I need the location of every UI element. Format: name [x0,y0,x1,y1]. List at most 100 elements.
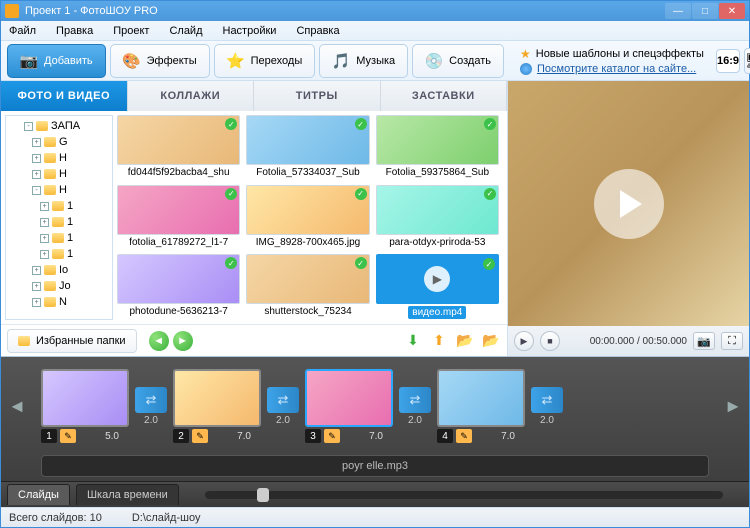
folder-tree[interactable]: -ЗАПА+G+H+H-H+1+1+1+1+Io+Jo+N [5,115,113,320]
slide-duration: 7.0 [369,431,393,442]
tree-toggle-icon[interactable]: + [32,282,41,291]
tree-toggle-icon[interactable]: + [40,218,49,227]
timeline-scroll-right[interactable]: ► [723,386,743,426]
tree-toggle-icon[interactable]: + [32,170,41,179]
timeline-slide[interactable]: 2✎7.0 [173,369,261,443]
slide-number: 2 [173,429,189,443]
check-icon: ✓ [225,188,237,200]
tab-collages[interactable]: КОЛЛАЖИ [128,81,255,111]
thumbnail-image: ✓▶ [376,254,499,304]
music-icon: 🎵 [332,52,350,70]
nav-fwd-button[interactable]: ► [173,331,193,351]
transition[interactable]: ⇄2.0 [531,387,563,426]
transitions-button[interactable]: ⭐Переходы [214,44,316,78]
tree-item[interactable]: - ЗАПА [8,118,110,134]
tree-item[interactable]: +N [8,294,110,310]
music-button[interactable]: 🎵Музыка [319,44,408,78]
transition-icon[interactable]: ⇄ [267,387,299,413]
transition-icon[interactable]: ⇄ [531,387,563,413]
check-icon: ✓ [355,118,367,130]
tree-item[interactable]: +Jo [8,278,110,294]
transition[interactable]: ⇄2.0 [135,387,167,426]
zoom-slider[interactable] [205,491,723,499]
catalog-link[interactable]: Посмотрите каталог на сайте... [537,63,696,75]
slide-edit-button[interactable]: ✎ [456,429,472,443]
effects-button[interactable]: 🎨Эффекты [110,44,210,78]
tree-item[interactable]: +H [8,150,110,166]
timeline-slide[interactable]: 1✎5.0 [41,369,129,443]
tree-item[interactable]: +H [8,166,110,182]
thumbnail[interactable]: ✓▶видео.mp4 [376,254,499,320]
thumbnail[interactable]: ✓photodune-5636213-7 [117,254,240,320]
menu-project[interactable]: Проект [109,23,153,39]
tree-item[interactable]: +1 [8,230,110,246]
transition[interactable]: ⇄2.0 [399,387,431,426]
tree-toggle-icon[interactable]: + [40,250,49,259]
tree-toggle-icon[interactable]: - [32,186,41,195]
tree-item-label: 1 [67,200,73,212]
thumbnail[interactable]: ✓IMG_8928-700x465.jpg [246,185,369,249]
slide-edit-button[interactable]: ✎ [192,429,208,443]
menu-edit[interactable]: Правка [52,23,97,39]
menu-file[interactable]: Файл [5,23,40,39]
aspect-ratio-button[interactable]: 16:9 [716,49,740,73]
timeline-slide[interactable]: 3✎7.0 [305,369,393,443]
open-folder2-button[interactable]: 📂 [481,331,501,351]
tab-intros[interactable]: ЗАСТАВКИ [381,81,508,111]
thumbnail[interactable]: ✓shutterstock_75234 [246,254,369,320]
thumbnail[interactable]: ✓fotolia_61789272_l1-7 [117,185,240,249]
upload-button[interactable]: ⬆ [429,331,449,351]
audio-track[interactable]: poyr elle.mp3 [41,455,709,477]
thumbnail[interactable]: ✓fd044f5f92bacba4_shu [117,115,240,179]
thumbnail[interactable]: ✓Fotolia_57334037_Sub [246,115,369,179]
tree-item[interactable]: +1 [8,198,110,214]
tree-toggle-icon[interactable]: + [32,138,41,147]
play-button[interactable]: ▶ [514,331,534,351]
snapshot-button[interactable]: 📷 [693,332,715,350]
timeline-slide[interactable]: 4✎7.0 [437,369,525,443]
add-button[interactable]: 📷Добавить [7,44,106,78]
slide-duration: 7.0 [501,431,525,442]
menu-settings[interactable]: Настройки [219,23,281,39]
tree-item[interactable]: -H [8,182,110,198]
transition-icon[interactable]: ⇄ [399,387,431,413]
transition-icon[interactable]: ⇄ [135,387,167,413]
thumbnail[interactable]: ✓Fotolia_59375864_Sub [376,115,499,179]
open-folder1-button[interactable]: 📂 [455,331,475,351]
slide-edit-button[interactable]: ✎ [324,429,340,443]
tree-item[interactable]: +Io [8,262,110,278]
tab-slides-mode[interactable]: Слайды [7,484,70,505]
tree-item[interactable]: +G [8,134,110,150]
tree-toggle-icon[interactable]: + [32,298,41,307]
transition[interactable]: ⇄2.0 [267,387,299,426]
tree-toggle-icon[interactable]: + [32,266,41,275]
monitor-button[interactable]: 🖥 [744,48,750,74]
tree-toggle-icon[interactable]: + [32,154,41,163]
tab-titles[interactable]: ТИТРЫ [254,81,381,111]
zoom-thumb[interactable] [257,488,269,502]
maximize-button[interactable]: □ [692,3,718,19]
tree-item-label: ЗАПА [51,120,80,132]
thumbnail[interactable]: ✓para-otdyx-priroda-53 [376,185,499,249]
tree-toggle-icon[interactable]: + [40,234,49,243]
timeline-scroll-left[interactable]: ◄ [7,386,27,426]
nav-back-button[interactable]: ◄ [149,331,169,351]
stop-button[interactable]: ■ [540,331,560,351]
tree-item[interactable]: +1 [8,214,110,230]
folder-icon [52,217,64,227]
close-button[interactable]: ✕ [719,3,745,19]
minimize-button[interactable]: — [665,3,691,19]
tree-item[interactable]: +1 [8,246,110,262]
favorites-button[interactable]: Избранные папки [7,329,137,353]
fullscreen-button[interactable]: ⛶ [721,332,743,350]
download-button[interactable]: ⬇ [403,331,423,351]
slide-edit-button[interactable]: ✎ [60,429,76,443]
tree-toggle-icon[interactable]: + [40,202,49,211]
tab-photo-video[interactable]: ФОТО И ВИДЕО [1,81,128,111]
preview-play-button[interactable] [594,169,664,239]
menu-help[interactable]: Справка [292,23,343,39]
menu-slide[interactable]: Слайд [165,23,206,39]
create-button[interactable]: 💿Создать [412,44,504,78]
tab-timeline-mode[interactable]: Шкала времени [76,484,179,505]
tree-toggle-icon[interactable]: - [24,122,33,131]
